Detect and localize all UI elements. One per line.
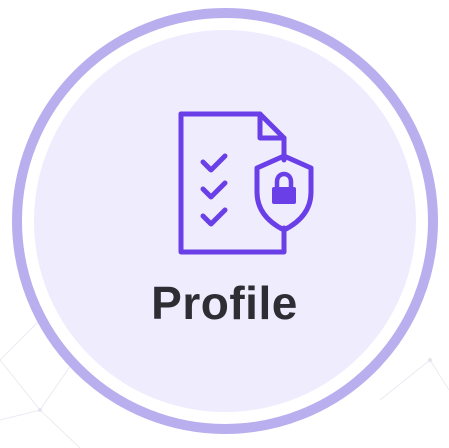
badge-label: Profile (151, 277, 298, 329)
document-checklist-shield-lock-icon (178, 111, 314, 255)
